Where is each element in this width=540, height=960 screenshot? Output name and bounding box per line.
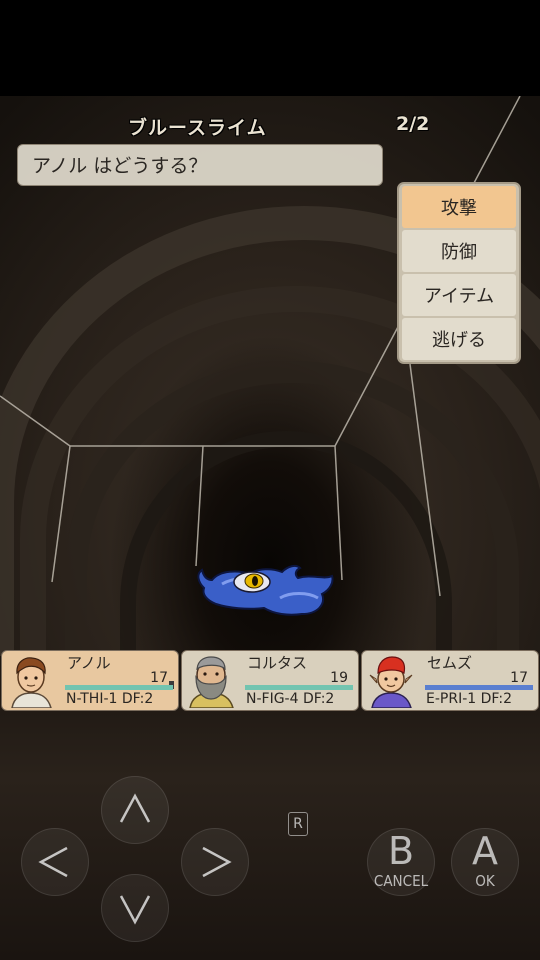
left-arrow-icon	[38, 846, 68, 878]
dpad-right-button[interactable]	[181, 828, 249, 896]
right-arrow-icon	[202, 846, 232, 878]
top-black-bar	[0, 0, 540, 96]
command-item[interactable]: アイテム	[402, 274, 516, 316]
hp-bar	[425, 685, 533, 690]
r-button[interactable]: R	[288, 812, 308, 836]
cancel-label: CANCEL	[373, 872, 429, 890]
command-flee[interactable]: 逃げる	[402, 318, 516, 360]
blue-slime-sprite[interactable]	[192, 560, 342, 620]
party-card-semuzu[interactable]: セムズ 17 E-PRI-1 DF:2	[361, 650, 539, 711]
party-status: N-FIG-4 DF:2	[246, 691, 335, 707]
party-hp: 17	[150, 670, 168, 686]
down-arrow-icon	[119, 895, 151, 925]
party-hp: 19	[330, 670, 348, 686]
party-name: アノル	[67, 654, 111, 672]
battle-message-box: アノル はどうする？	[17, 144, 383, 186]
battle-message: アノル はどうする？	[32, 155, 208, 177]
command-menu: 攻撃 防御 アイテム 逃げる	[397, 182, 521, 364]
portrait-priest-icon	[364, 653, 419, 708]
portrait-thief-icon	[4, 653, 59, 708]
party-name: コルタス	[247, 654, 308, 672]
r-button-label: R	[293, 816, 303, 832]
command-defend[interactable]: 防御	[402, 230, 516, 272]
dpad-left-button[interactable]	[21, 828, 89, 896]
command-attack[interactable]: 攻撃	[402, 186, 516, 228]
dpad-down-button[interactable]	[101, 874, 169, 942]
portrait-fighter-icon	[184, 653, 239, 708]
party-status: N-THI-1 DF:2	[66, 691, 154, 707]
party-name: セムズ	[427, 654, 473, 672]
party-card-anoru[interactable]: アノル 17 N-THI-1 DF:2	[1, 650, 179, 711]
hp-bar	[65, 685, 173, 690]
party-status: E-PRI-1 DF:2	[426, 691, 512, 707]
enemy-name: ブルースライム	[128, 117, 267, 139]
dpad-up-button[interactable]	[101, 776, 169, 844]
ok-label: OK	[475, 872, 495, 890]
up-arrow-icon	[119, 793, 151, 823]
a-letter: A	[472, 829, 498, 873]
b-cancel-button[interactable]: B CANCEL	[367, 828, 435, 896]
b-letter: B	[387, 829, 415, 873]
party-hp: 17	[510, 670, 528, 686]
hp-bar	[245, 685, 353, 690]
a-ok-button[interactable]: A OK	[451, 828, 519, 896]
enemy-page-indicator: 2/2	[396, 113, 430, 135]
party-card-korutasu[interactable]: コルタス 19 N-FIG-4 DF:2	[181, 650, 359, 711]
